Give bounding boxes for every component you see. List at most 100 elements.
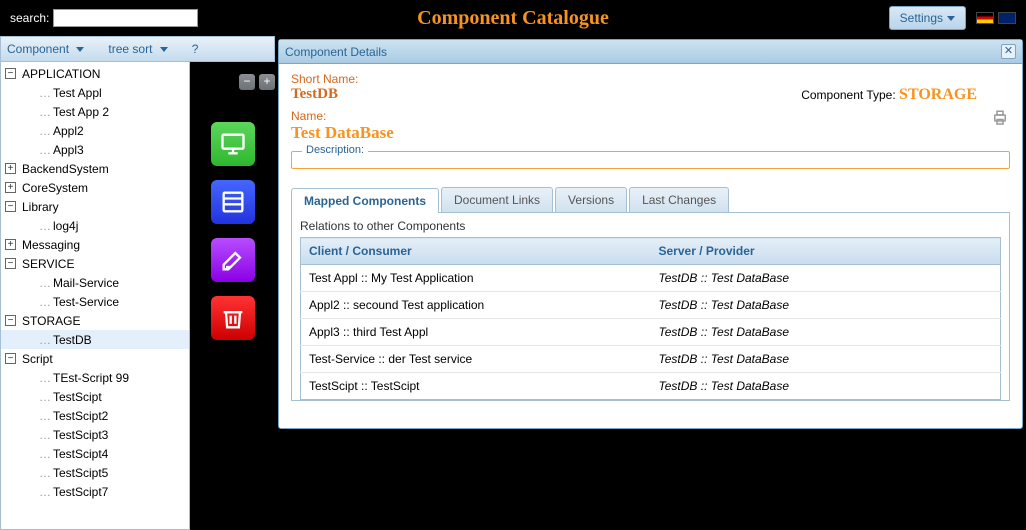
tree-dots-icon: … xyxy=(39,86,51,100)
cell-server: TestDB :: Test DataBase xyxy=(651,373,1001,400)
tree-sort-label: tree sort xyxy=(108,42,152,56)
expand-all-button[interactable]: + xyxy=(259,74,275,90)
table-row[interactable]: Test Appl :: My Test ApplicationTestDB :… xyxy=(301,265,1001,292)
tree-item-label: TestScipt5 xyxy=(53,466,108,480)
expand-icon[interactable]: + xyxy=(5,163,16,174)
tree-item[interactable]: …TestScipt5 xyxy=(1,463,189,482)
component-type-label: Component Type: xyxy=(801,88,896,102)
tree-item-label: Mail-Service xyxy=(53,276,119,290)
description-label: Description: xyxy=(302,144,368,156)
tab-document-links[interactable]: Document Links xyxy=(441,187,553,212)
list-tile-button[interactable] xyxy=(211,180,255,224)
tree-dots-icon: … xyxy=(39,466,51,480)
col-client[interactable]: Client / Consumer xyxy=(301,238,651,265)
edit-tile-button[interactable] xyxy=(211,238,255,282)
tree-item-label: Test Appl xyxy=(53,86,102,100)
tree-item-label: Appl3 xyxy=(53,143,84,157)
tree-item[interactable]: …TEst-Script 99 xyxy=(1,368,189,387)
help-button[interactable]: ? xyxy=(192,42,199,56)
col-server[interactable]: Server / Provider xyxy=(651,238,1001,265)
expand-icon[interactable]: + xyxy=(5,239,16,250)
tree-item[interactable]: …Test Appl xyxy=(1,83,189,102)
tree-category-label: CoreSystem xyxy=(22,181,88,195)
collapse-icon[interactable]: − xyxy=(5,353,16,364)
tree-dots-icon: … xyxy=(39,390,51,404)
tab-mapped-components[interactable]: Mapped Components xyxy=(291,188,439,213)
tree-item[interactable]: …Mail-Service xyxy=(1,273,189,292)
cell-server: TestDB :: Test DataBase xyxy=(651,265,1001,292)
tree-item[interactable]: …TestScipt3 xyxy=(1,425,189,444)
tree-category[interactable]: +Messaging xyxy=(1,235,189,254)
close-icon[interactable]: ✕ xyxy=(1001,44,1016,59)
component-tree[interactable]: −APPLICATION…Test Appl…Test App 2…Appl2…… xyxy=(0,62,190,530)
name-label: Name: xyxy=(291,109,1010,123)
tree-category[interactable]: −Library xyxy=(1,197,189,216)
search-input[interactable] xyxy=(53,9,198,27)
tree-dots-icon: … xyxy=(39,143,51,157)
tree-category-label: APPLICATION xyxy=(22,67,100,81)
relations-title: Relations to other Components xyxy=(300,219,1001,233)
collapse-icon[interactable]: − xyxy=(5,201,16,212)
tree-dots-icon: … xyxy=(39,276,51,290)
component-details-panel: Component Details ✕ Short Name: TestDB C… xyxy=(278,39,1023,429)
tree-item[interactable]: …log4j xyxy=(1,216,189,235)
table-row[interactable]: Appl3 :: third Test ApplTestDB :: Test D… xyxy=(301,319,1001,346)
tree-category[interactable]: −SERVICE xyxy=(1,254,189,273)
table-row[interactable]: Test-Service :: der Test serviceTestDB :… xyxy=(301,346,1001,373)
tree-category-label: BackendSystem xyxy=(22,162,109,176)
tree-item-label: TestDB xyxy=(53,333,92,347)
component-menu-button[interactable]: Component xyxy=(7,42,84,56)
tree-item-label: TestScipt3 xyxy=(53,428,108,442)
tree-item-label: Appl2 xyxy=(53,124,84,138)
cell-server: TestDB :: Test DataBase xyxy=(651,292,1001,319)
cell-server: TestDB :: Test DataBase xyxy=(651,319,1001,346)
tree-item[interactable]: …TestDB xyxy=(1,330,189,349)
tree-item[interactable]: …TestScipt xyxy=(1,387,189,406)
tree-category[interactable]: + CoreSystem xyxy=(1,178,189,197)
tree-item-label: TestScipt xyxy=(53,390,102,404)
tree-item[interactable]: …Appl2 xyxy=(1,121,189,140)
collapse-icon[interactable]: − xyxy=(5,315,16,326)
flag-germany-icon[interactable] xyxy=(976,12,994,24)
tree-item-label: TestScipt7 xyxy=(53,485,108,499)
tab-versions[interactable]: Versions xyxy=(555,187,627,212)
chevron-down-icon xyxy=(947,16,955,21)
short-name-label: Short Name: xyxy=(291,72,1010,86)
table-row[interactable]: Appl2 :: secound Test applicationTestDB … xyxy=(301,292,1001,319)
tree-item[interactable]: …TestScipt7 xyxy=(1,482,189,501)
tree-dots-icon: … xyxy=(39,295,51,309)
tree-category[interactable]: −Script xyxy=(1,349,189,368)
collapse-icon[interactable]: − xyxy=(5,258,16,269)
tree-item[interactable]: …TestScipt2 xyxy=(1,406,189,425)
flag-uk-icon[interactable] xyxy=(998,12,1016,24)
tree-dots-icon: … xyxy=(39,371,51,385)
collapse-icon[interactable]: − xyxy=(5,68,16,79)
tree-dots-icon: … xyxy=(39,105,51,119)
tab-last-changes[interactable]: Last Changes xyxy=(629,187,729,212)
tree-item[interactable]: …TestScipt4 xyxy=(1,444,189,463)
tree-category-label: SERVICE xyxy=(22,257,74,271)
expand-icon[interactable]: + xyxy=(5,182,16,193)
cell-client: Test-Service :: der Test service xyxy=(301,346,651,373)
cell-client: Appl3 :: third Test Appl xyxy=(301,319,651,346)
tree-dots-icon: … xyxy=(39,485,51,499)
tree-dots-icon: … xyxy=(39,447,51,461)
tree-category[interactable]: −STORAGE xyxy=(1,311,189,330)
search-label: search: xyxy=(10,11,49,25)
print-icon[interactable] xyxy=(990,109,1010,130)
tree-item[interactable]: …Test App 2 xyxy=(1,102,189,121)
tree-item-label: TEst-Script 99 xyxy=(53,371,129,385)
settings-button[interactable]: Settings xyxy=(889,6,966,30)
tree-sort-menu-button[interactable]: tree sort xyxy=(108,42,167,56)
tree-item-label: log4j xyxy=(53,219,78,233)
panel-title: Component Details xyxy=(285,45,387,59)
tree-item[interactable]: …Appl3 xyxy=(1,140,189,159)
delete-tile-button[interactable] xyxy=(211,296,255,340)
tree-category[interactable]: −APPLICATION xyxy=(1,64,189,83)
monitor-tile-button[interactable] xyxy=(211,122,255,166)
tree-category-label: Library xyxy=(22,200,59,214)
collapse-all-button[interactable]: − xyxy=(239,74,255,90)
tree-category[interactable]: + BackendSystem xyxy=(1,159,189,178)
tree-item[interactable]: …Test-Service xyxy=(1,292,189,311)
table-row[interactable]: TestScipt :: TestSciptTestDB :: Test Dat… xyxy=(301,373,1001,400)
